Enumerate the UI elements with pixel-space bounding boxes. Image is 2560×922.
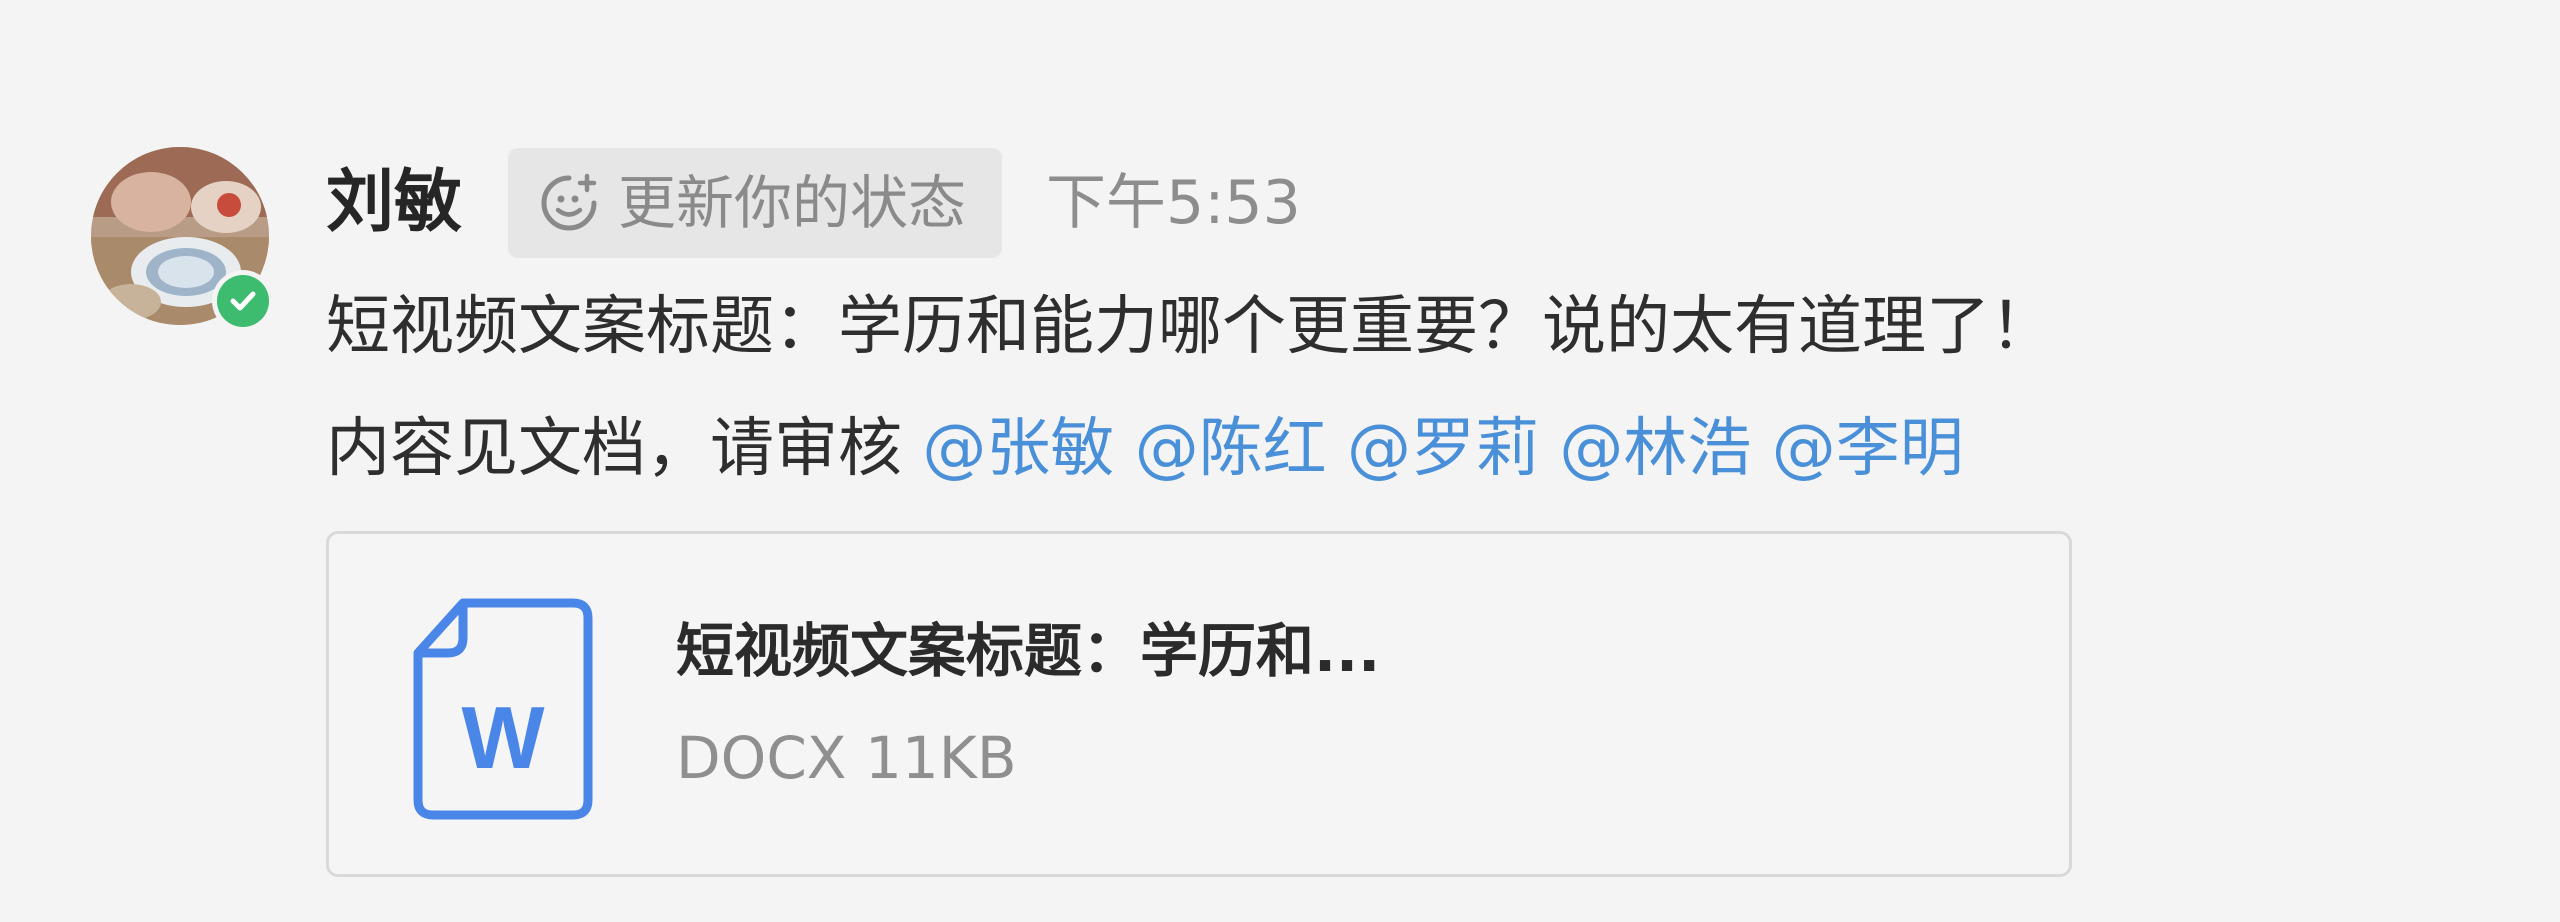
mention-link[interactable]: @李明 — [1772, 412, 1964, 486]
file-name: 短视频文案标题：学历和... — [676, 617, 1381, 685]
file-size: 11KB — [864, 724, 1017, 792]
mention-link[interactable]: @陈红 — [1135, 412, 1327, 486]
file-meta: DOCX 11KB — [676, 729, 1017, 787]
doc-icon-letter: W — [461, 688, 544, 787]
mention-link[interactable]: @罗莉 — [1347, 412, 1539, 486]
file-type: DOCX — [676, 724, 847, 792]
file-attachment-card[interactable]: W 短视频文案标题：学历和... DOCX 11KB — [326, 531, 2072, 877]
mention-link[interactable]: @张敏 — [922, 412, 1114, 486]
word-document-icon: W — [413, 598, 593, 824]
emoji-status-icon — [541, 173, 597, 231]
update-status-button[interactable]: 更新你的状态 — [508, 148, 1003, 258]
message-text: 内容见文档，请审核 — [326, 412, 902, 486]
chat-message: 刘敏 更新你的状态 下午5:53 短视频文案标题：学历和能力哪个更重要？说的太有… — [0, 0, 2560, 922]
mention-link[interactable]: @林浩 — [1559, 412, 1751, 486]
message-text-line-2: 内容见文档，请审核 @张敏 @陈红 @罗莉 @林浩 @李明 — [326, 417, 1964, 481]
presence-indicator — [212, 270, 274, 332]
online-status — [217, 275, 269, 327]
message-header: 刘敏 更新你的状态 下午5:53 — [326, 148, 1301, 258]
avatar-container[interactable] — [91, 147, 274, 332]
check-icon — [230, 291, 256, 311]
sender-name[interactable]: 刘敏 — [326, 169, 462, 237]
message-text-line-1: 短视频文案标题：学历和能力哪个更重要？说的太有道理了！ — [326, 290, 2054, 364]
status-button-label: 更新你的状态 — [618, 169, 967, 237]
message-timestamp: 下午5:53 — [1046, 168, 1301, 238]
